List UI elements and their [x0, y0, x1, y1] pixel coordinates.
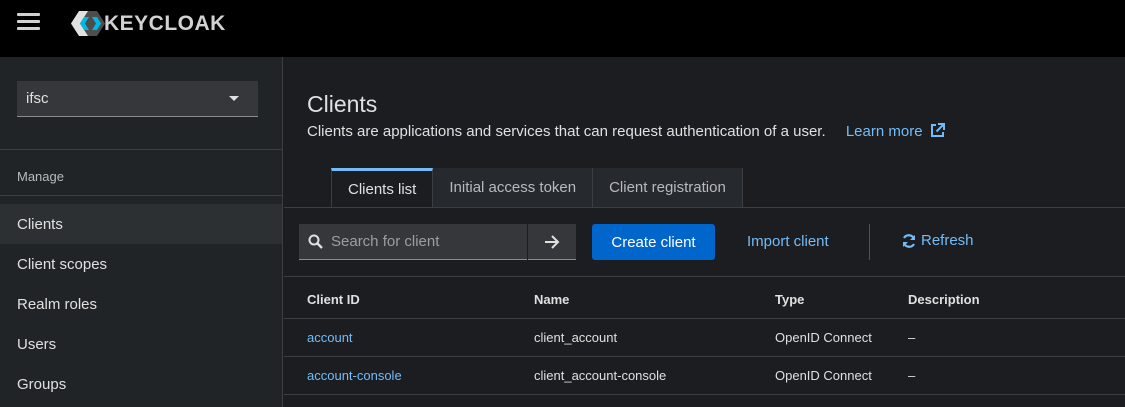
description-text: Clients are applications and services th… — [307, 123, 826, 140]
refresh-button[interactable]: Refresh — [901, 232, 974, 249]
refresh-label: Refresh — [921, 232, 974, 249]
toolbar-separator — [869, 224, 870, 260]
table-row: account-console client_account-console O… — [284, 356, 1125, 394]
search-icon — [308, 234, 323, 249]
nav-section-manage: Manage — [17, 169, 64, 184]
client-type: OpenID Connect — [775, 368, 872, 383]
masthead: KEYCLOAK — [0, 0, 1125, 57]
column-header-name[interactable]: Name — [534, 292, 569, 307]
tab-clients-list[interactable]: Clients list — [331, 168, 434, 207]
client-description: – — [908, 330, 916, 345]
table-row-divider — [284, 394, 1125, 407]
sidebar-item-groups[interactable]: Groups — [0, 364, 282, 404]
divider — [0, 195, 282, 196]
client-name: client_account — [534, 330, 618, 345]
learn-more-label: Learn more — [845, 123, 923, 140]
create-client-button[interactable]: Create client — [592, 224, 715, 260]
page-description: Clients are applications and services th… — [307, 123, 945, 140]
tab-initial-access-token[interactable]: Initial access token — [433, 168, 594, 207]
import-client-button[interactable]: Import client — [747, 233, 829, 250]
client-id-link[interactable]: account-console — [307, 368, 402, 383]
brand-name: KEYCLOAK — [104, 11, 226, 35]
column-header-client-id[interactable]: Client ID — [307, 292, 360, 307]
tabs: Clients list Initial access token Client… — [331, 168, 743, 207]
client-description: – — [908, 368, 916, 383]
sidebar-item-users[interactable]: Users — [0, 324, 282, 364]
page-title: Clients — [307, 91, 378, 117]
realm-name: ifsc — [26, 90, 49, 107]
divider — [284, 207, 1125, 208]
client-id-link[interactable]: account — [307, 330, 353, 345]
tab-client-registration[interactable]: Client registration — [593, 168, 743, 207]
sidebar-item-client-scopes[interactable]: Client scopes — [0, 244, 282, 284]
learn-more-link[interactable]: Learn more — [846, 123, 945, 140]
sidebar: ifsc Manage Clients Client scopes Realm … — [0, 57, 283, 407]
client-name: client_account-console — [534, 368, 667, 383]
main-content: Clients Clients are applications and ser… — [284, 57, 1125, 407]
hamburger-menu-icon[interactable] — [17, 13, 40, 30]
column-header-type[interactable]: Type — [775, 292, 804, 307]
keycloak-logo-icon — [71, 11, 105, 36]
realm-selector[interactable]: ifsc — [17, 81, 258, 117]
keycloak-logo[interactable]: KEYCLOAK — [70, 10, 226, 37]
sidebar-item-realm-roles[interactable]: Realm roles — [0, 284, 282, 324]
caret-down-icon — [229, 96, 239, 101]
arrow-right-icon — [545, 234, 560, 249]
divider — [0, 149, 282, 150]
search-submit-button[interactable] — [528, 224, 576, 260]
refresh-icon — [902, 233, 916, 248]
external-link-icon — [930, 123, 945, 137]
column-header-description[interactable]: Description — [908, 292, 980, 307]
search-input[interactable]: Search for client — [299, 224, 527, 260]
table-top-border — [284, 276, 1125, 277]
sidebar-item-clients[interactable]: Clients — [0, 204, 282, 244]
table-row: account client_account OpenID Connect – — [284, 318, 1125, 356]
client-type: OpenID Connect — [775, 330, 872, 345]
